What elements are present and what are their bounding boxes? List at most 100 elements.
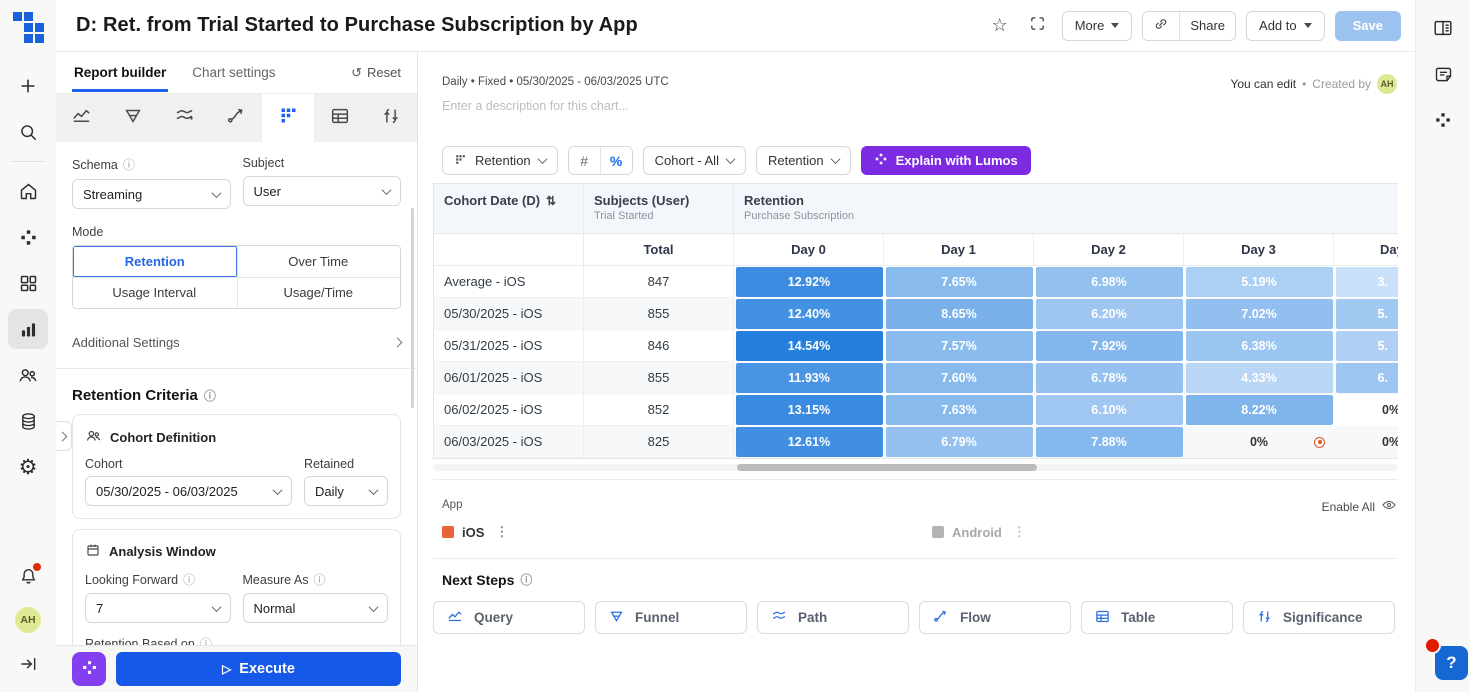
info-icon[interactable]: ⓘ [204, 387, 216, 404]
retention-cell[interactable]: 7.88% [1034, 426, 1184, 458]
cohort-label[interactable]: 06/02/2025 - iOS [434, 394, 584, 426]
legend-item-android[interactable]: Android ⋮ [932, 524, 1029, 540]
retention-cell[interactable]: 6. [1334, 362, 1398, 394]
docs-button[interactable] [1423, 8, 1463, 48]
measure-as-select[interactable]: Normal [242, 593, 388, 623]
mode-retention[interactable]: Retention [73, 246, 237, 277]
charts-button[interactable] [8, 309, 48, 349]
subjects-total[interactable]: 847 [584, 266, 734, 298]
day-column-header[interactable]: Day 1 [884, 234, 1034, 265]
new-button[interactable] [8, 66, 48, 106]
share-button[interactable]: Share [1180, 11, 1236, 40]
mode-usage-time[interactable]: Usage/Time [236, 277, 400, 308]
more-button[interactable]: More [1061, 10, 1133, 41]
search-button[interactable] [8, 112, 48, 152]
subjects-total[interactable]: 825 [584, 426, 734, 458]
panel-scrollbar[interactable] [411, 208, 414, 408]
tab-chart-settings[interactable]: Chart settings [190, 54, 277, 92]
day-column-header[interactable]: Day 2 [1034, 234, 1184, 265]
mode-usage-interval[interactable]: Usage Interval [73, 277, 237, 308]
mode-over-time[interactable]: Over Time [236, 246, 400, 277]
help-button[interactable]: ? [1424, 637, 1468, 680]
retention-cell[interactable]: 7.92% [1034, 330, 1184, 362]
chart-type-dropdown[interactable]: Retention [442, 146, 558, 175]
day-column-header[interactable]: Day 4 [1334, 234, 1398, 265]
retention-header[interactable]: Retention Purchase Subscription [734, 184, 1398, 233]
retention-cell[interactable]: 14.54% [734, 330, 884, 362]
retention-cell[interactable]: 7.60% [884, 362, 1034, 394]
retention-cell[interactable]: 7.63% [884, 394, 1034, 426]
retained-select[interactable]: Daily [304, 476, 388, 506]
creator-avatar[interactable]: AH [1377, 74, 1397, 94]
info-icon[interactable]: ⓘ [200, 635, 212, 645]
tab-report-builder[interactable]: Report builder [72, 54, 169, 92]
fullscreen-button[interactable] [1024, 12, 1052, 40]
number-toggle[interactable]: # [568, 147, 600, 174]
chart-type-path[interactable] [159, 94, 211, 142]
retention-cell[interactable]: 5. [1334, 330, 1398, 362]
enable-all-button[interactable]: Enable All [1322, 497, 1397, 516]
retention-cell[interactable]: 13.15% [734, 394, 884, 426]
percent-toggle[interactable]: % [600, 147, 632, 174]
retention-cell[interactable]: 6.79% [884, 426, 1034, 458]
info-icon[interactable]: ⓘ [123, 156, 135, 173]
retention-cell[interactable]: 6.38% [1184, 330, 1334, 362]
retention-cell[interactable]: 0% [1184, 426, 1334, 458]
chart-type-funnel[interactable] [108, 94, 160, 142]
chart-type-significance[interactable] [365, 94, 417, 142]
looking-forward-select[interactable]: 7 [85, 593, 231, 623]
next-step-path[interactable]: Path [757, 601, 909, 634]
retention-cell[interactable]: 8.65% [884, 298, 1034, 330]
next-step-funnel[interactable]: Funnel [595, 601, 747, 634]
reset-button[interactable]: ↺ Reset [351, 65, 401, 81]
retention-cell[interactable]: 5. [1334, 298, 1398, 330]
collapse-nav-button[interactable] [8, 644, 48, 684]
app-logo[interactable] [11, 10, 45, 49]
subjects-total[interactable]: 855 [584, 298, 734, 330]
lumos-quick-button[interactable] [72, 652, 106, 686]
favorite-button[interactable]: ☆ [986, 12, 1014, 40]
panel-collapse-handle[interactable] [56, 421, 72, 451]
next-step-flow[interactable]: Flow [919, 601, 1071, 634]
cohort-label[interactable]: 05/30/2025 - iOS [434, 298, 584, 330]
cohorts-button[interactable] [8, 355, 48, 395]
sort-icon[interactable]: ⇅ [546, 194, 556, 208]
notes-button[interactable] [1423, 54, 1463, 94]
chart-type-table[interactable] [314, 94, 366, 142]
execute-button[interactable]: ▷ Execute [116, 652, 401, 686]
chart-type-retention[interactable] [262, 94, 314, 142]
additional-settings[interactable]: Additional Settings [56, 335, 417, 350]
kebab-menu-icon[interactable]: ⋮ [1010, 524, 1029, 540]
retention-cell[interactable]: 0% [1334, 394, 1398, 426]
cohort-label[interactable]: 05/31/2025 - iOS [434, 330, 584, 362]
copy-link-button[interactable] [1143, 11, 1180, 40]
table-hscroll-track[interactable] [433, 464, 1398, 471]
user-avatar[interactable]: AH [15, 607, 41, 633]
description-input[interactable]: Enter a description for this chart... [442, 99, 629, 113]
retention-cell[interactable]: 6.98% [1034, 266, 1184, 298]
retention-cell[interactable]: 12.61% [734, 426, 884, 458]
chart-type-line[interactable] [56, 94, 108, 142]
subjects-total[interactable]: 846 [584, 330, 734, 362]
cohort-dropdown[interactable]: Cohort - All [642, 146, 746, 175]
subjects-total[interactable]: 852 [584, 394, 734, 426]
info-icon[interactable]: ⓘ [520, 571, 532, 588]
save-button[interactable]: Save [1334, 10, 1401, 41]
retention-cell[interactable]: 7.02% [1184, 298, 1334, 330]
dashboards-button[interactable] [8, 263, 48, 303]
table-hscroll-thumb[interactable] [737, 464, 1037, 471]
next-step-significance[interactable]: Significance [1243, 601, 1395, 634]
add-to-button[interactable]: Add to [1246, 10, 1325, 41]
subjects-header[interactable]: Subjects (User) Trial Started [584, 184, 734, 233]
retention-cell[interactable]: 6.20% [1034, 298, 1184, 330]
notifications-button[interactable] [8, 556, 48, 596]
chart-type-flow[interactable] [211, 94, 263, 142]
info-icon[interactable]: ⓘ [183, 571, 195, 588]
day-column-header[interactable]: Day 3 [1184, 234, 1334, 265]
retention-cell[interactable]: 0% [1334, 426, 1398, 458]
settings-button[interactable]: ⚙ [8, 447, 48, 487]
data-button[interactable] [8, 401, 48, 441]
retention-cell[interactable]: 12.40% [734, 298, 884, 330]
legend-item-ios[interactable]: iOS ⋮ [442, 524, 511, 540]
subject-select[interactable]: User [242, 176, 401, 206]
